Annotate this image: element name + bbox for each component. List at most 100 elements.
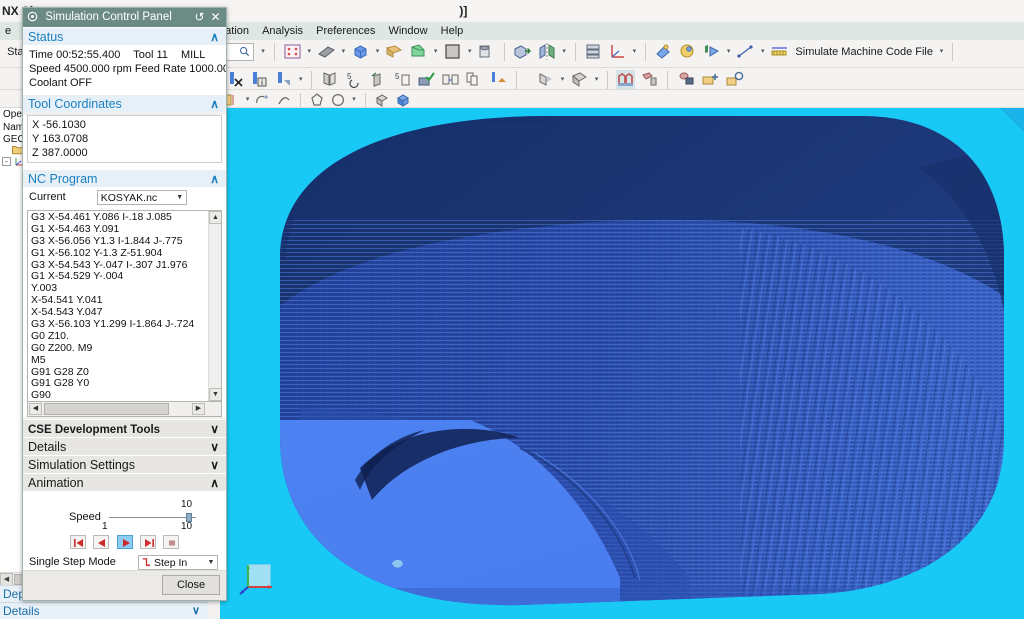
- display-toolpath-icon[interactable]: [255, 92, 271, 108]
- assembly-navigator-icon[interactable]: [584, 42, 603, 61]
- object-information-icon[interactable]: i: [250, 70, 269, 89]
- chevron-down-icon[interactable]: ▾: [306, 42, 313, 61]
- delete-icon[interactable]: [226, 70, 245, 89]
- nc-code-line[interactable]: G3 X-56.056 Y1.3 I-1.844 J-.775: [30, 235, 207, 248]
- simulate-machine-code-file-label[interactable]: Simulate Machine Code File: [793, 46, 935, 58]
- nc-program-code-listing[interactable]: G3 X-54.461 Y.086 I-.18 J.085 G1 X-54.463…: [27, 210, 222, 402]
- step-back-button[interactable]: [93, 535, 110, 549]
- measure-distance-icon[interactable]: [654, 42, 673, 61]
- section-header-tool-coordinates[interactable]: Tool Coordinates ∧: [23, 94, 226, 112]
- wcs-dynamics-icon[interactable]: [608, 42, 627, 61]
- simulate-machine-code-icon[interactable]: [770, 42, 789, 61]
- tool-path-reverse-icon[interactable]: [276, 92, 292, 108]
- machine-tool-simulation-icon[interactable]: [616, 70, 636, 89]
- chevron-down-icon[interactable]: ▾: [631, 42, 638, 61]
- section-header-cse-development-tools[interactable]: CSE Development Tools ∨: [23, 419, 226, 437]
- sketch-in-task-environment-icon[interactable]: [283, 42, 302, 61]
- nc-code-line[interactable]: G90: [30, 389, 207, 401]
- section-header-details[interactable]: Details ∨: [23, 437, 226, 455]
- command-search-dropdown[interactable]: ▾: [260, 42, 267, 61]
- menu-item-help[interactable]: Help: [436, 22, 469, 40]
- verify-toolpath-icon[interactable]: [369, 70, 388, 89]
- chevron-down-icon[interactable]: ∨: [210, 420, 219, 438]
- close-button[interactable]: Close: [162, 575, 220, 595]
- chevron-down-icon[interactable]: ▼: [173, 191, 186, 204]
- chevron-down-icon[interactable]: ▾: [432, 42, 439, 61]
- tool-assembly-icon[interactable]: [677, 70, 696, 89]
- scroll-left-icon[interactable]: ◀: [29, 403, 42, 415]
- scroll-up-icon[interactable]: ▲: [209, 211, 221, 224]
- chevron-down-icon[interactable]: ∨: [210, 456, 219, 474]
- scroll-down-icon[interactable]: ▼: [209, 388, 221, 401]
- chevron-down-icon[interactable]: ▾: [561, 42, 568, 61]
- hole-icon[interactable]: [477, 42, 496, 61]
- section-header-nc-program[interactable]: NC Program ∧: [23, 169, 226, 187]
- section-header-status[interactable]: Status ∧: [23, 27, 226, 45]
- chevron-down-icon[interactable]: ▼: [205, 556, 217, 569]
- chevron-down-icon[interactable]: ▾: [593, 70, 600, 89]
- isometric-view-icon[interactable]: [570, 70, 589, 89]
- chevron-down-icon[interactable]: ∨: [210, 438, 219, 456]
- nc-program-vscrollbar[interactable]: ▲ ▼: [208, 211, 221, 401]
- circle-icon[interactable]: [330, 92, 346, 108]
- scroll-right-icon[interactable]: ▶: [192, 403, 205, 415]
- dialog-titlebar[interactable]: Simulation Control Panel ↺ ✕: [23, 8, 226, 27]
- mirror-geometry-icon[interactable]: [538, 42, 557, 61]
- chevron-down-icon[interactable]: ▾: [559, 70, 566, 89]
- polygon-icon[interactable]: [309, 92, 325, 108]
- chevron-down-icon[interactable]: ▾: [938, 42, 945, 61]
- dimension-icon[interactable]: [736, 42, 755, 61]
- speed-slider-track[interactable]: [109, 517, 196, 518]
- chevron-down-icon[interactable]: ▾: [466, 42, 473, 61]
- chevron-down-icon[interactable]: ∨: [192, 603, 200, 619]
- block-body-icon[interactable]: [351, 42, 370, 61]
- menu-item-window[interactable]: Window: [383, 22, 432, 40]
- nc-code-line[interactable]: G91 G28 Y0: [30, 378, 207, 390]
- rewind-to-start-button[interactable]: [70, 535, 87, 549]
- move-object-icon[interactable]: [274, 70, 293, 89]
- chevron-up-icon[interactable]: ∧: [210, 170, 219, 188]
- chevron-down-icon[interactable]: ▾: [759, 42, 766, 61]
- generate-toolpath-icon[interactable]: 5: [344, 70, 363, 89]
- approve-toolpath-icon[interactable]: [417, 70, 436, 89]
- nc-program-hscrollbar[interactable]: ◀ ▶: [27, 402, 222, 417]
- analyze-icon[interactable]: [678, 42, 697, 61]
- machine-code-simulation-icon[interactable]: [640, 70, 659, 89]
- chevron-down-icon[interactable]: ▾: [297, 70, 304, 89]
- chevron-down-icon[interactable]: ▾: [374, 42, 381, 61]
- datum-plane-icon[interactable]: [317, 42, 336, 61]
- chevron-up-icon[interactable]: ∧: [210, 95, 219, 113]
- tree-expander-icon[interactable]: -: [2, 157, 11, 166]
- move-face-icon[interactable]: [513, 42, 532, 61]
- chevron-down-icon[interactable]: ▾: [351, 90, 358, 107]
- post-process-icon[interactable]: 5: [393, 70, 412, 89]
- shaded-view-icon[interactable]: [395, 92, 411, 108]
- step-forward-button[interactable]: [139, 535, 156, 549]
- chevron-up-icon[interactable]: ∧: [210, 28, 219, 46]
- tool-path-export-icon[interactable]: [489, 70, 508, 89]
- copy-toolpath-icon[interactable]: [465, 70, 484, 89]
- dialog-close-icon[interactable]: ✕: [208, 8, 223, 27]
- section-header-simulation-settings[interactable]: Simulation Settings ∨: [23, 455, 226, 473]
- play-button[interactable]: [116, 535, 133, 549]
- menu-item-analysis[interactable]: Analysis: [257, 22, 308, 40]
- graphics-viewport[interactable]: [220, 108, 1024, 619]
- create-tool-icon[interactable]: [701, 70, 720, 89]
- menu-item-preferences[interactable]: Preferences: [311, 22, 380, 40]
- section-analysis-icon[interactable]: [702, 42, 721, 61]
- section-header-animation[interactable]: Animation ∧: [23, 473, 226, 491]
- nc-current-combo[interactable]: KOSYAK.nc ▼: [96, 190, 187, 205]
- extrude-icon[interactable]: [385, 42, 404, 61]
- panel-section-details[interactable]: Details ∨: [0, 602, 208, 619]
- chevron-down-icon[interactable]: ▾: [340, 42, 347, 61]
- chevron-up-icon[interactable]: ∧: [210, 474, 219, 492]
- nc-code-line[interactable]: G0 Z10.: [30, 330, 207, 343]
- operation-navigator-icon[interactable]: [320, 70, 339, 89]
- chevron-down-icon[interactable]: ▾: [244, 90, 251, 107]
- shell-body-icon[interactable]: [443, 42, 462, 61]
- nc-code-line[interactable]: G0 Z200. M9: [30, 342, 207, 355]
- front-view-icon[interactable]: [536, 70, 555, 89]
- chevron-down-icon[interactable]: ▾: [725, 42, 732, 61]
- menu-item-file[interactable]: e: [0, 22, 16, 40]
- shaded-with-edges-icon[interactable]: [374, 92, 390, 108]
